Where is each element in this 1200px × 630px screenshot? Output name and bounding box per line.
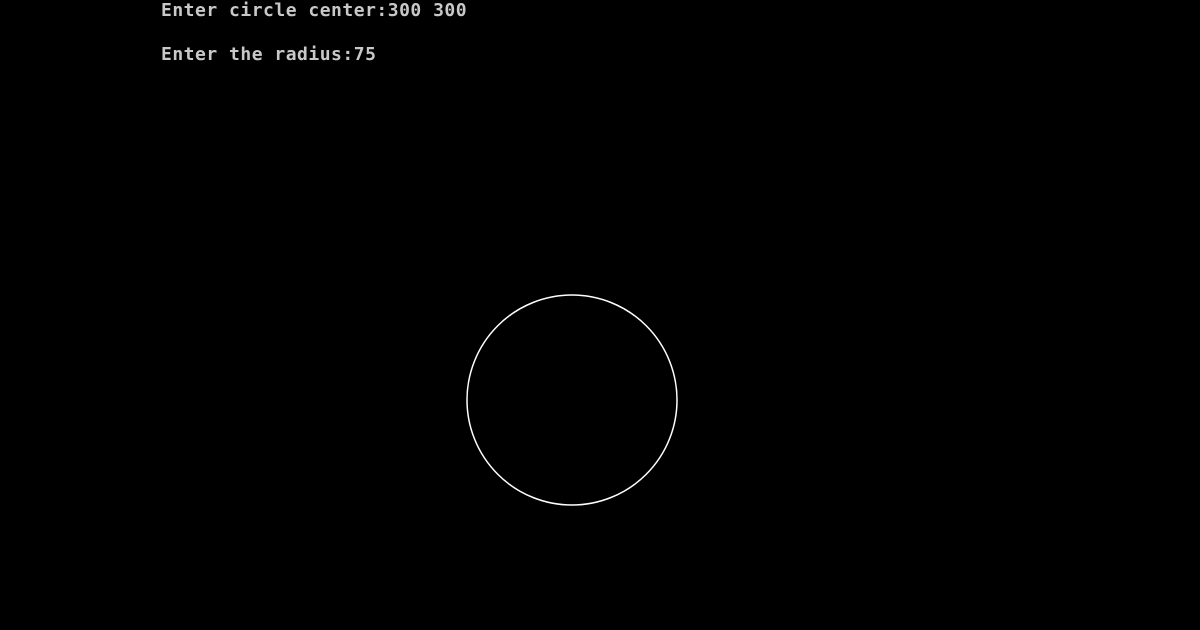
graphics-canvas [466, 294, 678, 506]
drawn-circle [466, 294, 678, 506]
console-screen: Enter circle center:300 300 Enter the ra… [0, 0, 1200, 630]
